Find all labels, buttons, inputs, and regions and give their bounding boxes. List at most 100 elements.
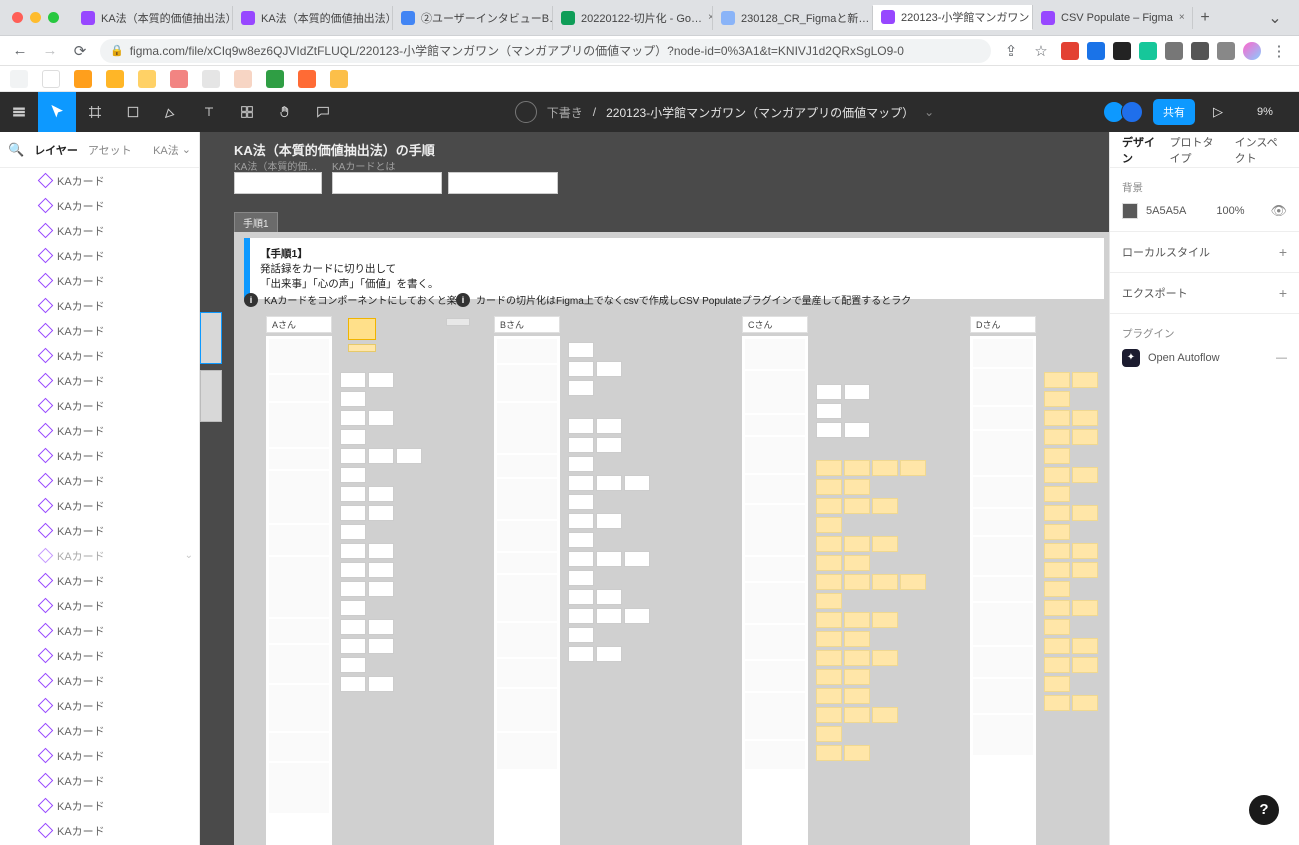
layer-item[interactable]: KAカード	[0, 568, 199, 593]
kebab-menu-icon[interactable]: ⋮	[1269, 42, 1289, 60]
forward-button[interactable]: →	[40, 42, 60, 59]
layer-item[interactable]: KAカード	[0, 343, 199, 368]
layer-item[interactable]: KAカード	[0, 618, 199, 643]
plus-icon[interactable]: +	[1279, 244, 1287, 260]
color-hex[interactable]: 5A5A5A	[1146, 205, 1186, 217]
bookmark-icon[interactable]	[106, 70, 124, 88]
layer-item[interactable]: KAカード	[0, 218, 199, 243]
back-button[interactable]: ←	[10, 42, 30, 59]
layer-item[interactable]: KAカード	[0, 718, 199, 743]
layer-item[interactable]: KAカード	[0, 593, 199, 618]
layers-tab[interactable]: レイヤー	[34, 142, 78, 158]
shape-tool[interactable]	[114, 92, 152, 132]
share-button[interactable]: 共有	[1153, 99, 1195, 125]
reload-button[interactable]: ⟳	[70, 42, 90, 60]
layer-item[interactable]: KAカード	[0, 318, 199, 343]
zoom-level[interactable]: 9%	[1241, 106, 1289, 118]
text-column[interactable]	[494, 336, 560, 845]
user-avatar-icon[interactable]	[515, 101, 537, 123]
close-window-icon[interactable]	[12, 12, 23, 23]
layer-item[interactable]: KAカード	[0, 268, 199, 293]
bookmark-icon[interactable]	[202, 70, 220, 88]
browser-tab-active[interactable]: 220123-小学館マンガワン×	[873, 5, 1033, 30]
profile-avatar[interactable]	[1243, 42, 1261, 60]
extension-icon[interactable]	[1139, 42, 1157, 60]
layer-item[interactable]: KAカード	[0, 818, 199, 843]
ka-card[interactable]	[348, 344, 376, 352]
close-icon[interactable]: ×	[1179, 13, 1189, 23]
frame-thumb[interactable]	[448, 172, 558, 194]
color-swatch[interactable]	[1122, 203, 1138, 219]
doc-title[interactable]: 220123-小学館マンガワン（マンガアプリの価値マップ）	[606, 104, 914, 121]
layer-item[interactable]: KAカード	[0, 193, 199, 218]
frame-tool[interactable]	[76, 92, 114, 132]
frame-title[interactable]: KA法（本質的価値抽出法）の手順	[234, 140, 435, 159]
figma-menu-button[interactable]	[0, 92, 38, 132]
assets-tab[interactable]: アセット	[88, 142, 132, 158]
ka-card[interactable]	[446, 318, 470, 326]
layer-item[interactable]: KAカード	[0, 393, 199, 418]
extension-icon[interactable]	[1087, 42, 1105, 60]
prototype-tab[interactable]: プロトタイプ	[1169, 134, 1222, 166]
layer-item[interactable]: KAカード⌄	[0, 543, 199, 568]
layer-item[interactable]: KAカード	[0, 668, 199, 693]
card-column[interactable]	[340, 372, 430, 692]
layer-item[interactable]: KAカード	[0, 443, 199, 468]
puzzle-icon[interactable]	[1191, 42, 1209, 60]
layer-item[interactable]: KAカード	[0, 493, 199, 518]
page-selector[interactable]: KA法⌄	[153, 142, 191, 158]
maximize-window-icon[interactable]	[48, 12, 59, 23]
browser-tab[interactable]: 230128_CR_Figmaと新…×	[713, 6, 873, 30]
layer-item[interactable]: KAカード	[0, 518, 199, 543]
layer-item[interactable]: KAカード	[0, 743, 199, 768]
collaborator-avatars[interactable]	[1107, 101, 1143, 123]
star-icon[interactable]: ☆	[1031, 42, 1051, 60]
chevron-down-icon[interactable]: ⌄	[924, 105, 934, 119]
avatar[interactable]	[1121, 101, 1143, 123]
selected-card[interactable]	[348, 318, 376, 340]
new-tab-button[interactable]: +	[1193, 9, 1217, 27]
bookmark-icon[interactable]	[330, 70, 348, 88]
browser-tab[interactable]: ②ユーザーインタビューB…×	[393, 6, 553, 30]
minimize-window-icon[interactable]	[30, 12, 41, 23]
bookmark-icon[interactable]	[234, 70, 252, 88]
minus-icon[interactable]: —	[1276, 352, 1287, 364]
plugin-row[interactable]: ✦ Open Autoflow —	[1122, 349, 1287, 367]
apps-icon[interactable]	[10, 70, 28, 88]
inspect-tab[interactable]: インスペクト	[1235, 134, 1287, 166]
layer-item[interactable]: KAカード	[0, 293, 199, 318]
browser-tab[interactable]: KA法（本質的価値抽出法）×	[233, 6, 393, 30]
move-tool[interactable]	[38, 92, 76, 132]
chevron-down-icon[interactable]: ⌄	[185, 550, 193, 561]
bookmark-icon[interactable]	[42, 70, 60, 88]
layer-list[interactable]: KAカード KAカード KAカード KAカード KAカード KAカード KAカー…	[0, 168, 199, 845]
opacity-value[interactable]: 100%	[1216, 205, 1244, 217]
column-header[interactable]: Cさん	[742, 316, 808, 333]
share-icon[interactable]: ⇪	[1001, 42, 1021, 60]
card-column[interactable]	[568, 342, 668, 662]
frame-thumb[interactable]	[332, 172, 442, 194]
extension-icon[interactable]	[1113, 42, 1131, 60]
card-column[interactable]	[816, 384, 936, 761]
column-header[interactable]: Aさん	[266, 316, 332, 333]
extensions-menu-icon[interactable]	[1217, 42, 1235, 60]
comment-tool[interactable]	[304, 92, 342, 132]
address-bar[interactable]: 🔒 figma.com/file/xCIq9w8ez6QJVIdZtFLUQL/…	[100, 39, 991, 63]
search-icon[interactable]: 🔍	[8, 142, 24, 158]
step-label[interactable]: 手順1	[234, 212, 278, 233]
card-column[interactable]	[1044, 372, 1109, 711]
hand-tool[interactable]	[266, 92, 304, 132]
frame-subtitle[interactable]: KA法（本質的価…	[234, 158, 317, 173]
eye-icon[interactable]: 👁	[1270, 203, 1287, 219]
layer-item[interactable]: KAカード	[0, 243, 199, 268]
browser-tab[interactable]: KA法（本質的価値抽出法）×	[73, 6, 233, 30]
bookmark-icon[interactable]	[266, 70, 284, 88]
design-tab[interactable]: デザイン	[1122, 134, 1157, 166]
column-header[interactable]: Dさん	[970, 316, 1036, 333]
browser-tab[interactable]: 20220122-切片化 - Go…×	[553, 6, 713, 30]
layer-item[interactable]: KAカード	[0, 168, 199, 193]
extension-icon[interactable]	[1061, 42, 1079, 60]
frame-subtitle[interactable]: KAカードとは	[332, 158, 395, 173]
layer-item[interactable]: KAカード	[0, 693, 199, 718]
note-block[interactable]: 【手順1】 発話録をカードに切り出して 「出来事」「心の声」「価値」を書く。	[244, 238, 1104, 299]
